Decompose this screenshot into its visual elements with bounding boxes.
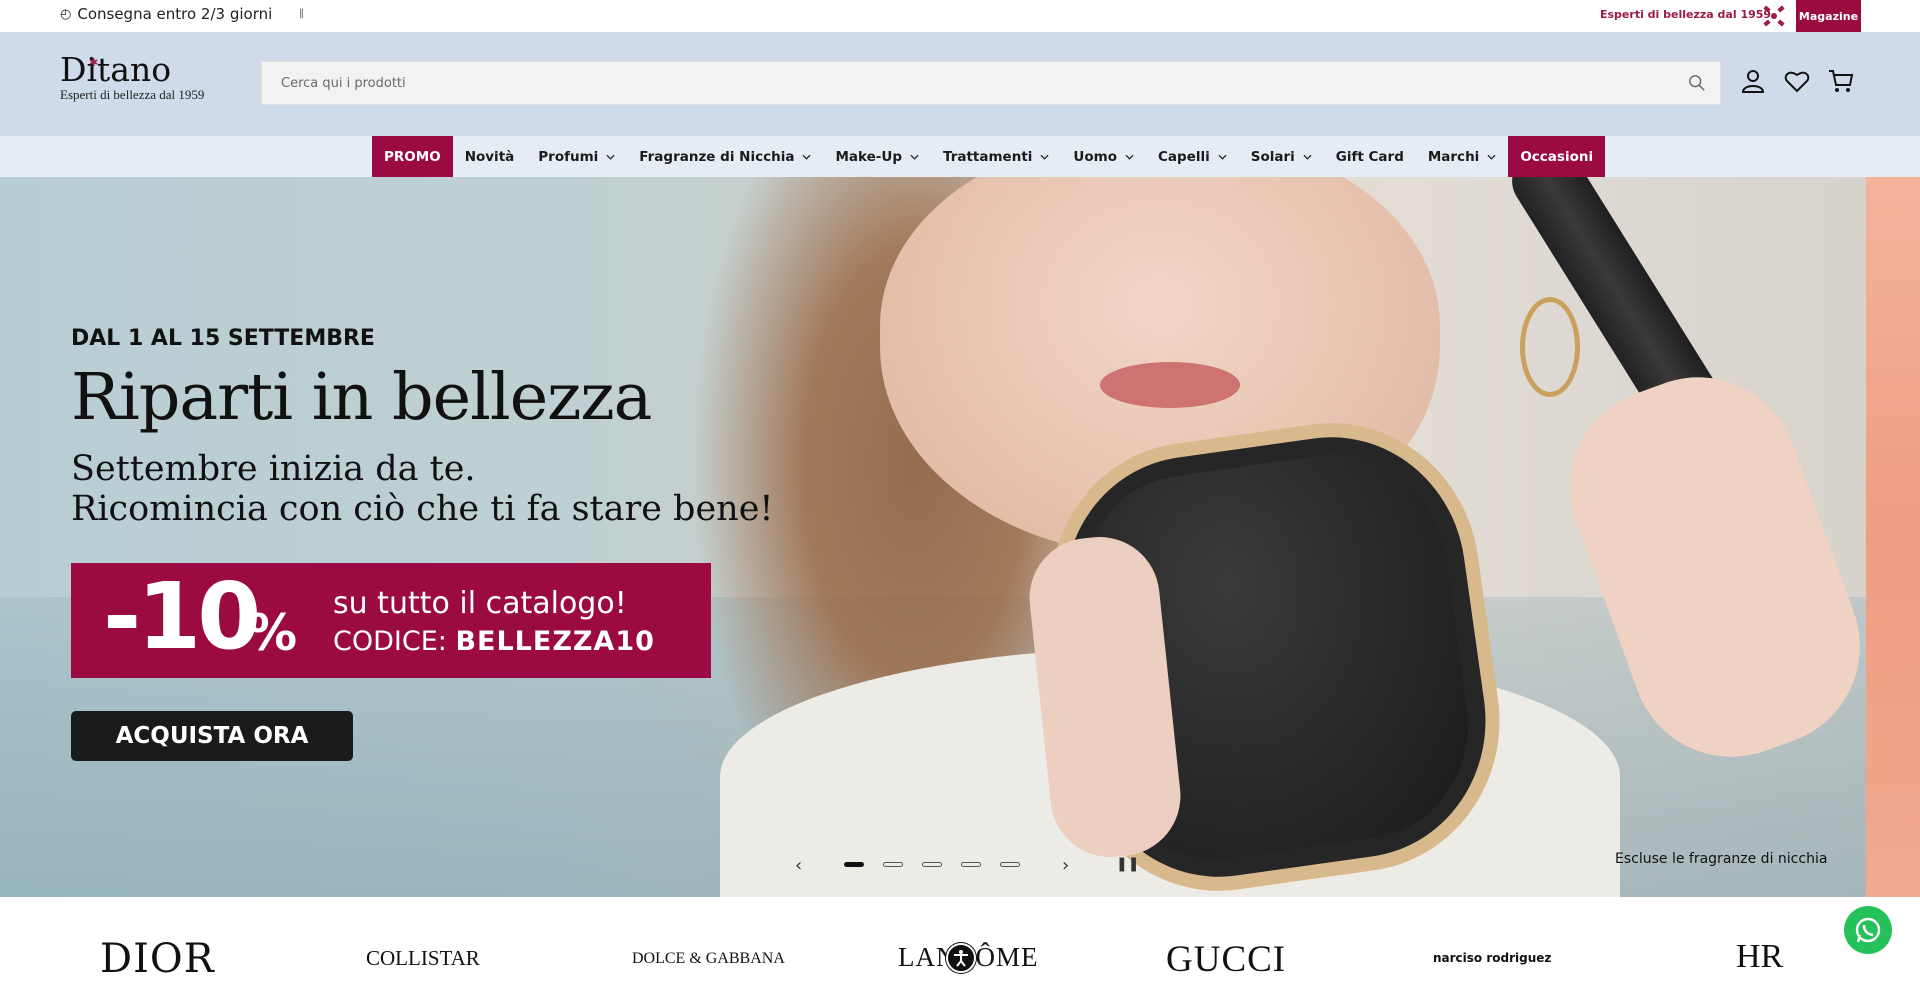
nav-item-label: Uomo [1073,148,1118,165]
brand-logo-helena-rubinstein[interactable]: HR [1736,938,1783,976]
slider-dot-3[interactable] [922,862,942,867]
search-input[interactable] [262,62,1720,104]
delivery-text: Consegna entro 2/3 giorni [77,5,273,23]
hero-photo-lips [1100,362,1240,408]
nav-item-promo[interactable]: PROMO [372,136,453,177]
chevron-down-icon [1303,154,1312,160]
promo-code: BELLEZZA10 [455,626,655,657]
slider-dots [844,862,1020,867]
cart-icon[interactable] [1828,68,1854,94]
site-header: Ditano ✱ Esperti di bellezza dal 1959 [0,32,1920,136]
promo-code-line: CODICE: BELLEZZA10 [333,626,655,657]
nav-item-label: Trattamenti [942,148,1033,165]
search-bar [261,61,1721,105]
brand-logo[interactable]: Ditano ✱ Esperti di bellezza dal 1959 [60,52,204,103]
nav-item-label: Capelli [1158,148,1210,165]
chevron-down-icon [1487,154,1496,160]
hero-photo-earring [1520,297,1580,397]
next-slide-peek [1866,177,1920,897]
brand-logo-collistar[interactable]: COLLISTAR [366,946,480,971]
chevron-down-icon [1125,154,1134,160]
whatsapp-chat-icon[interactable] [1844,906,1892,954]
chevron-down-icon [910,154,919,160]
chevron-down-icon [1040,154,1049,160]
nav-items: PROMO Novità Profumi Fragranze di Nicchia Ma… [372,136,1606,177]
nav-item-uomo[interactable]: Uomo [1061,136,1146,177]
brand-logo-narciso-rodriguez[interactable]: narciso rodriguez [1433,951,1551,965]
hero-subtitle-line1: Settembre inizia da te. [71,449,476,489]
nav-item-solari[interactable]: Solari [1239,136,1324,177]
nav-item-profumi[interactable]: Profumi [526,136,627,177]
nav-item-label: Occasioni [1520,148,1594,165]
nav-item-label: Novità [464,148,515,165]
nav-item-trattamenti[interactable]: Trattamenti [931,136,1061,177]
nav-item-label: PROMO [384,148,441,165]
slider-dot-2[interactable] [883,862,903,867]
promo-code-label: CODICE: [333,626,456,657]
main-navigation: PROMO Novità Profumi Fragranze di Nicchia Ma… [0,136,1920,177]
promo-box: -10 % su tutto il catalogo! CODICE: BELL… [71,563,711,678]
slider-dot-4[interactable] [961,862,981,867]
promo-discount: -10 [103,563,261,670]
header-actions [1740,68,1854,94]
shop-now-button[interactable]: ACQUISTA ORA [71,711,353,761]
brand-logo-dolce-gabbana[interactable]: DOLCE & GABBANA [632,950,785,968]
nav-item-novit-[interactable]: Novità [453,136,527,177]
promo-line1: su tutto il catalogo! [333,586,627,621]
slider-dot-5[interactable] [1000,862,1020,867]
nav-item-label: Make-Up [835,148,902,165]
accessibility-icon[interactable] [946,943,976,973]
brand-name: Ditano [60,50,172,89]
nav-item-marchi[interactable]: Marchi [1416,136,1508,177]
nav-item-occasioni[interactable]: Occasioni [1508,136,1606,177]
nav-item-label: Profumi [538,148,599,165]
chevron-down-icon [606,154,615,160]
ditano-star-logo-icon [1763,5,1785,27]
announcement-bar: ◴ Consegna entro 2/3 giorni ‖ Esperti di… [0,0,1920,32]
brand-tagline: Esperti di bellezza dal 1959 [60,87,205,102]
slider-next-icon[interactable]: › [1062,855,1069,876]
nav-item-label: Solari [1250,148,1295,165]
chevron-down-icon [1218,154,1227,160]
brand-logo-dior[interactable]: DIOR [100,936,215,982]
hero-banner[interactable]: DAL 1 AL 15 SETTEMBRE Riparti in bellezz… [0,177,1866,897]
box-icon: ◴ [60,6,72,22]
announcement-pause-icon[interactable]: ‖ [299,8,304,19]
magazine-link[interactable]: Magazine [1796,0,1861,32]
hero-title: Riparti in bellezza [71,360,652,435]
nav-item-make-up[interactable]: Make-Up [823,136,931,177]
nav-item-label: Marchi [1427,148,1480,165]
experts-text: Esperti di bellezza dal 1959 [1600,8,1772,21]
nav-item-fragranze-di-nicchia[interactable]: Fragranze di Nicchia [627,136,823,177]
hero-subtitle-line2: Ricomincia con ciò che ti fa stare bene! [71,489,774,529]
account-icon[interactable] [1740,68,1766,94]
slider-prev-icon[interactable]: ‹ [795,855,802,876]
wishlist-heart-icon[interactable] [1784,68,1810,94]
slider-pause-icon[interactable]: ❚❚ [1116,856,1139,872]
nav-item-label: Fragranze di Nicchia [639,148,795,165]
chevron-down-icon [802,154,811,160]
slider-controls: ‹ › ❚❚ [0,855,1866,876]
nav-item-capelli[interactable]: Capelli [1146,136,1239,177]
nav-item-gift-card[interactable]: Gift Card [1324,136,1416,177]
promo-percent: % [247,604,298,662]
brand-star-icon: ✱ [89,56,99,69]
nav-item-label: Gift Card [1335,148,1404,165]
brand-logo-gucci[interactable]: GUCCI [1166,938,1286,981]
search-icon[interactable] [1688,74,1706,92]
slider-dot-1[interactable] [844,862,864,867]
delivery-info: ◴ Consegna entro 2/3 giorni [60,5,272,23]
hero-eyebrow: DAL 1 AL 15 SETTEMBRE [71,326,375,351]
